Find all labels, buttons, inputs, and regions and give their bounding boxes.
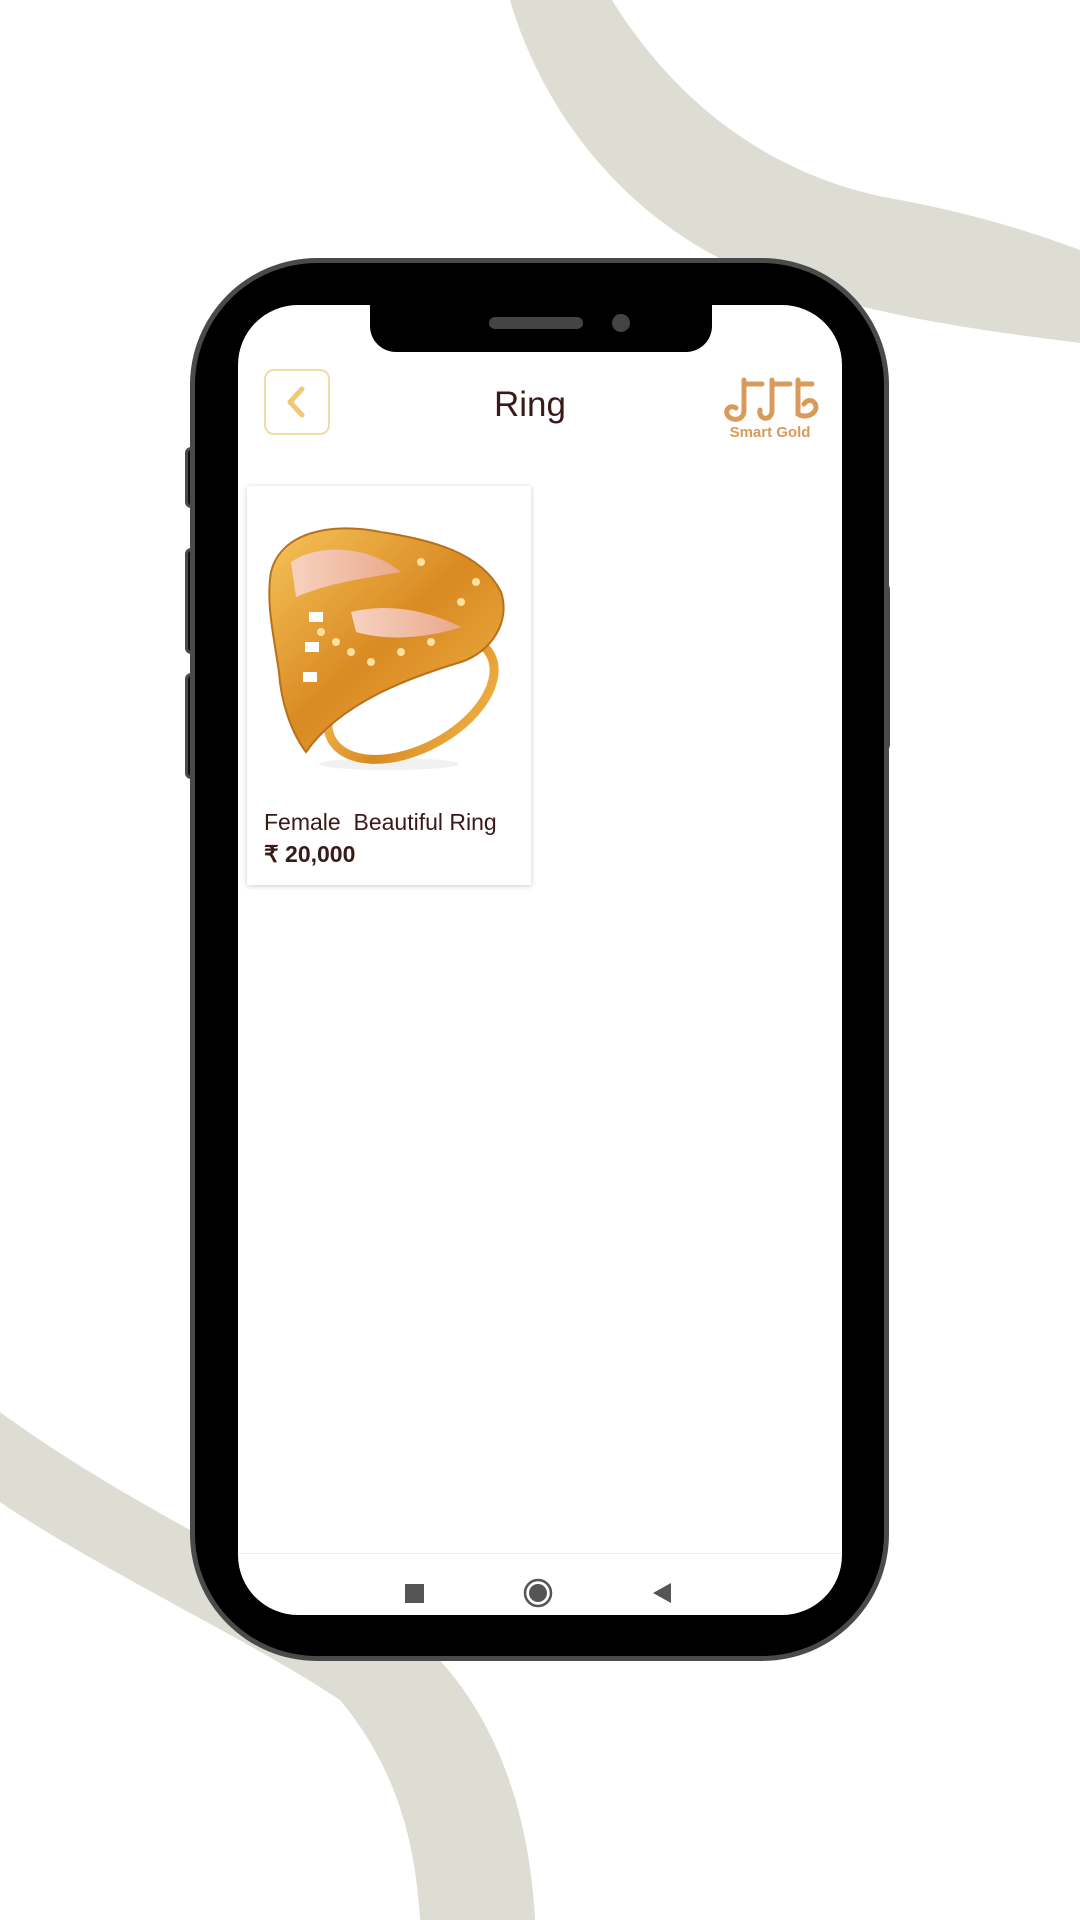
page-title: Ring [494, 385, 566, 424]
product-name: Female Beautiful Ring [264, 809, 497, 835]
product-price: ₹ 20,000 [264, 841, 356, 867]
speaker-grille [489, 317, 583, 329]
gold-ring-image [268, 527, 505, 770]
product-card[interactable]: Female Beautiful Ring ₹ 20,000 [247, 486, 531, 885]
home-icon[interactable] [523, 1578, 553, 1608]
logo-text: Smart Gold [729, 424, 811, 441]
recent-apps-icon[interactable] [405, 1584, 424, 1603]
app-showcase: Ring Smart Gold Female Beautiful Ring ₹ … [0, 0, 1080, 1920]
back-icon[interactable] [651, 1581, 673, 1605]
back-button[interactable] [264, 369, 330, 435]
front-camera [612, 314, 630, 332]
chevron-left-icon [287, 386, 305, 418]
